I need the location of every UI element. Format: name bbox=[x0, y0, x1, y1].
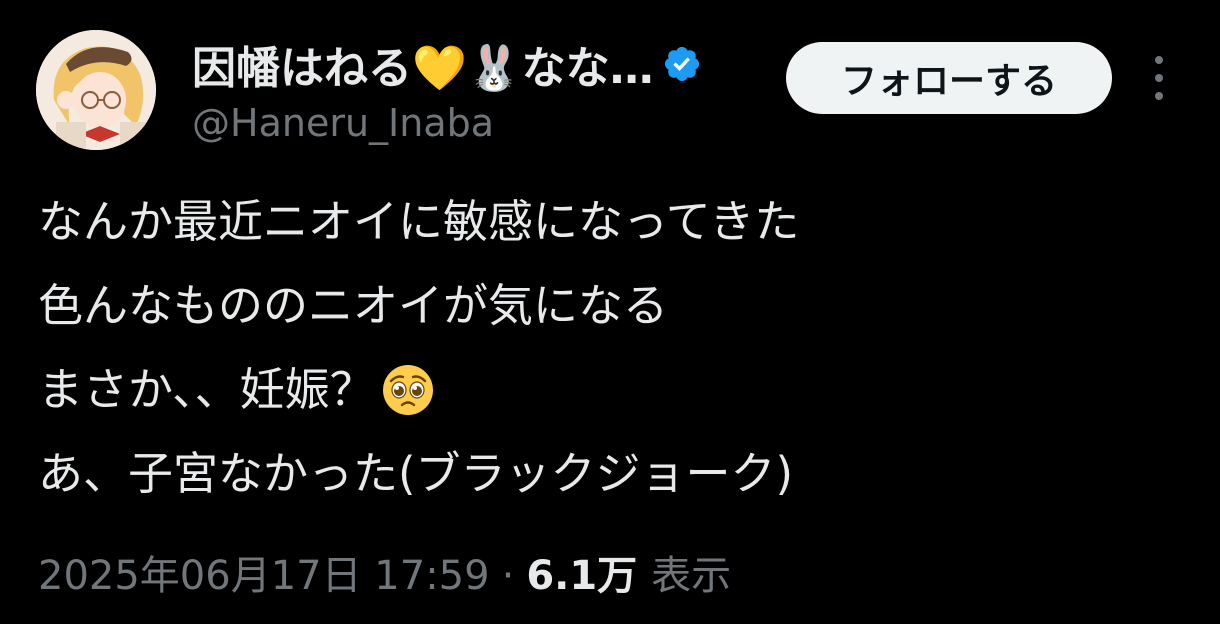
tweet-line: なんか最近ニオイに敏感になってきた bbox=[38, 180, 1188, 264]
display-name-row: 因幡はねる💛🐰なな… bbox=[192, 34, 702, 94]
more-dot bbox=[1155, 56, 1163, 64]
timestamp[interactable]: 2025年06月17日 17:59 bbox=[38, 546, 490, 606]
user-name-block: 因幡はねる💛🐰なな… @Haneru_Inaba bbox=[192, 34, 702, 146]
more-dot bbox=[1155, 74, 1163, 82]
avatar[interactable] bbox=[36, 30, 156, 150]
user-handle[interactable]: @Haneru_Inaba bbox=[192, 100, 702, 146]
avatar-image bbox=[36, 30, 156, 150]
pleading-face-emoji-icon bbox=[382, 365, 433, 415]
verified-badge-icon[interactable] bbox=[662, 44, 702, 84]
more-vertical-icon[interactable] bbox=[1144, 56, 1174, 100]
tweet-line-text: 色んなもののニオイが気になる bbox=[38, 279, 669, 332]
views-label: 表示 bbox=[651, 553, 732, 599]
tweet-meta: 2025年06月17日 17:59 · 6.1万 表示 bbox=[38, 546, 731, 606]
tweet-line-text: なんか最近ニオイに敏感になってきた bbox=[38, 195, 800, 248]
tweet-header: 因幡はねる💛🐰なな… @Haneru_Inaba フォローする bbox=[36, 30, 1196, 152]
tweet-line: 色んなもののニオイが気になる bbox=[38, 264, 1188, 348]
more-dot bbox=[1155, 92, 1163, 100]
tweet-line-text: あ、子宮なかった(ブラックジョーク) bbox=[38, 447, 794, 500]
tweet-text: なんか最近ニオイに敏感になってきた 色んなもののニオイが気になる まさか、、妊娠… bbox=[38, 180, 1188, 516]
follow-button[interactable]: フォローする bbox=[786, 42, 1112, 114]
meta-separator: · bbox=[501, 553, 515, 599]
views-count[interactable]: 6.1万 bbox=[526, 546, 637, 606]
tweet-line: あ、子宮なかった(ブラックジョーク) bbox=[38, 432, 1188, 516]
tweet-line-text: まさか、、妊娠？ bbox=[38, 363, 375, 416]
display-name[interactable]: 因幡はねる💛🐰なな… bbox=[192, 32, 654, 96]
tweet-line: まさか、、妊娠？ bbox=[38, 348, 1188, 432]
